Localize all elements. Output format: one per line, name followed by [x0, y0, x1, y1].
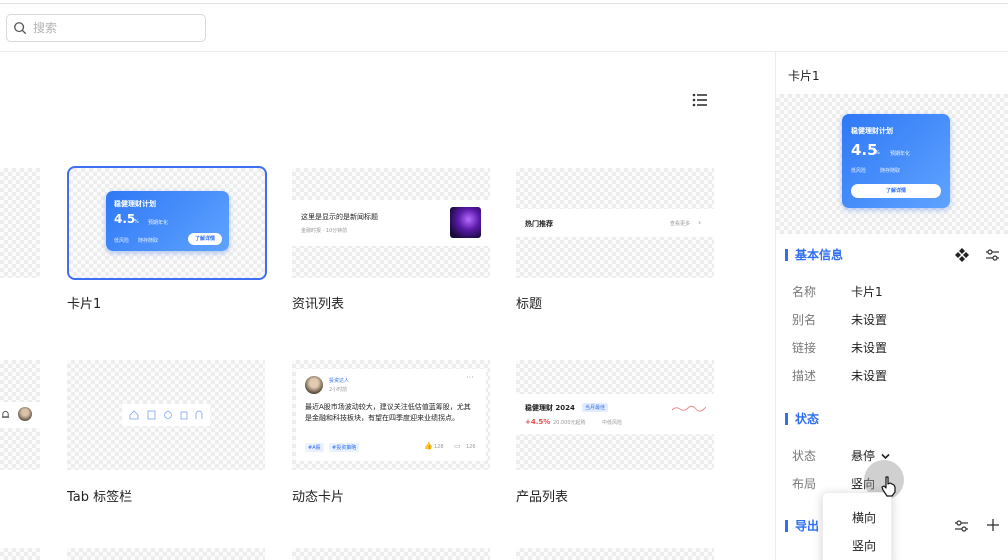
- list-view-icon[interactable]: [692, 93, 708, 107]
- add-icon[interactable]: [986, 518, 1000, 532]
- finance-value: 4.5: [114, 212, 136, 226]
- more-icon: ···: [466, 373, 474, 382]
- card-label-card1: 卡片1: [67, 297, 102, 312]
- finance-card-preview: 稳健理财计划 4.5 % 预期年化 低风险 随存随取 了解详情: [842, 114, 950, 208]
- product-badge: 当月最佳: [582, 403, 609, 412]
- layout-key: 布局: [792, 477, 817, 491]
- feed-tag: #A股: [305, 443, 324, 452]
- feed-post: 投资达人 2小时前 ··· 最近A股市场波动较大，建议关注低估值蓝筹股，尤其是金…: [296, 369, 486, 461]
- news-title: 这里是显示的是新闻标题: [301, 213, 378, 221]
- dropdown-option-horizontal[interactable]: 横向: [852, 509, 876, 526]
- search-box[interactable]: [6, 14, 206, 42]
- product-info: 20,000元起购: [553, 420, 586, 426]
- heading-strip: 热门推荐 查看更多 ›: [516, 209, 714, 237]
- prop-name-key: 名称: [792, 285, 817, 299]
- product-rate: +4.5%: [525, 418, 551, 426]
- prop-alias-value[interactable]: 未设置: [851, 311, 887, 328]
- card-label-heading: 标题: [516, 297, 543, 312]
- state-key: 状态: [792, 449, 817, 463]
- news-meta: 金融时报 · 10分钟前: [301, 228, 348, 234]
- section-state: 状态: [785, 413, 819, 425]
- finance-risk: 低风险: [851, 168, 867, 174]
- like-icon: 👍: [424, 442, 433, 450]
- tab-icons: [129, 410, 203, 420]
- panel-title: 卡片1: [788, 69, 820, 83]
- card-thumb-row3-4[interactable]: [516, 548, 714, 560]
- finance-title: 稳健理财计划: [114, 200, 156, 208]
- section-export: 导出: [785, 520, 819, 532]
- dropdown-option-vertical[interactable]: 竖向: [852, 537, 876, 554]
- comment-icon: ▭: [454, 442, 461, 450]
- chevron-right-icon: ›: [698, 218, 702, 227]
- finance-term: 随存随取: [138, 238, 159, 244]
- heading-more: 查看更多: [670, 221, 691, 227]
- product-risk: 中低风险: [602, 420, 623, 426]
- card-thumb-partial-2[interactable]: [0, 360, 40, 470]
- search-input[interactable]: [33, 21, 193, 35]
- finance-unit: %: [134, 219, 139, 225]
- feed-author: 投资达人: [329, 378, 350, 384]
- finance-value: 4.5: [851, 141, 878, 159]
- card-label-tabbar: Tab 标签栏: [67, 490, 133, 505]
- card-label-news-list: 资讯列表: [292, 297, 345, 312]
- news-item: 这里是显示的是新闻标题 金融时报 · 10分钟前: [292, 200, 490, 246]
- feed-text: 最近A股市场波动较大，建议关注低估值蓝筹股，尤其是金融和科技板块，有望在四季度迎…: [305, 403, 471, 422]
- feed-tag: #投资策略: [329, 443, 360, 452]
- finance-term: 随存随取: [880, 168, 901, 174]
- search-icon: [14, 22, 27, 35]
- export-settings-icon[interactable]: [954, 519, 969, 533]
- finance-unit: %: [875, 150, 880, 156]
- card-thumb-row3-1[interactable]: [0, 548, 40, 560]
- card-thumb-heading[interactable]: 热门推荐 查看更多 ›: [516, 168, 714, 278]
- feed-likes: 128: [434, 444, 444, 450]
- avatar: [305, 376, 323, 394]
- card-thumb-news-list[interactable]: 这里是显示的是新闻标题 金融时报 · 10分钟前: [292, 168, 490, 278]
- avatar: [18, 407, 32, 421]
- card-label-feed: 动态卡片: [292, 490, 345, 505]
- card-thumb-partial-1[interactable]: [0, 168, 40, 278]
- bell-icon: [1, 411, 10, 418]
- component-icon[interactable]: [955, 248, 969, 262]
- settings-sliders-icon[interactable]: [985, 248, 1000, 262]
- mouse-cursor-icon: [881, 476, 896, 497]
- top-divider: [0, 3, 1008, 4]
- card-thumb-card1[interactable]: 稳健理财计划 4.5 % 预期年化 低风险 随存随取 了解详情: [67, 166, 267, 280]
- tabbar-strip: [122, 404, 210, 426]
- panel-preview: 稳健理财计划 4.5 % 预期年化 低风险 随存随取 了解详情: [776, 94, 1008, 234]
- finance-tag: 预期年化: [890, 151, 911, 157]
- product-item: 稳健理财 2024 当月最佳 +4.5% 20,000元起购 中低风险: [516, 394, 714, 434]
- feed-time: 2小时前: [329, 387, 348, 393]
- chevron-down-icon: [881, 453, 890, 460]
- product-name: 稳健理财 2024: [525, 404, 575, 412]
- card-thumb-tabbar[interactable]: [67, 360, 265, 470]
- partial-strip: [0, 402, 40, 428]
- prop-link-key: 链接: [792, 341, 817, 355]
- prop-alias-key: 别名: [792, 313, 817, 327]
- state-value: 悬停: [851, 449, 876, 463]
- card-thumb-row3-3[interactable]: [292, 548, 490, 560]
- section-basic-info: 基本信息: [785, 249, 843, 261]
- news-thumbnail: [450, 207, 481, 238]
- feed-comments: 126: [466, 444, 476, 450]
- prop-name-value[interactable]: 卡片1: [851, 283, 883, 300]
- finance-title: 稳健理财计划: [851, 127, 893, 135]
- finance-risk: 低风险: [114, 238, 130, 244]
- finance-card-mini: 稳健理财计划 4.5 % 预期年化 低风险 随存随取 了解详情: [106, 191, 229, 251]
- finance-button: 了解详情: [851, 184, 941, 198]
- card-thumb-row3-2[interactable]: [67, 548, 265, 560]
- card-thumb-feed[interactable]: 投资达人 2小时前 ··· 最近A股市场波动较大，建议关注低估值蓝筹股，尤其是金…: [292, 360, 490, 470]
- finance-button: 了解详情: [188, 233, 222, 245]
- trend-line: [672, 405, 706, 412]
- prop-link-value[interactable]: 未设置: [851, 339, 887, 356]
- layout-dropdown-menu: 横向 竖向: [822, 492, 892, 560]
- card-label-product-list: 产品列表: [516, 490, 569, 505]
- finance-tag: 预期年化: [148, 220, 169, 226]
- prop-desc-key: 描述: [792, 369, 817, 383]
- card-thumb-product-list[interactable]: 稳健理财 2024 当月最佳 +4.5% 20,000元起购 中低风险: [516, 360, 714, 470]
- prop-desc-value[interactable]: 未设置: [851, 367, 887, 384]
- heading-title: 热门推荐: [525, 220, 553, 228]
